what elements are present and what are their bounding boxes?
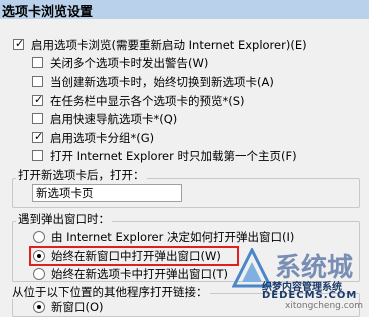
option-label: 打开 Internet Explorer 时只加载第一个主页(F) — [50, 149, 297, 163]
highlight-box — [29, 246, 239, 266]
enable-tabbed-browsing-label: 启用选项卡浏览(需要重新启动 Internet Explorer)(E) — [31, 38, 307, 52]
option-label: 在任务栏中显示各个选项卡的预览*(S) — [50, 94, 245, 108]
watermark-text-2: DEDECMS.COM — [262, 290, 358, 301]
checkbox-box[interactable]: ✓ — [13, 37, 25, 50]
external-option-label: 新窗口(O) — [51, 300, 104, 314]
option-label: 关闭多个选项卡时发出警告(W) — [50, 56, 209, 70]
popup-option-label: 始终在新选项卡中打开弹出窗口(T) — [51, 267, 228, 281]
radio-circle[interactable] — [33, 268, 45, 280]
watermark-text-3: xitongcheng.com — [285, 301, 363, 311]
option-label: 启用选项卡分组*(G) — [50, 131, 155, 145]
checkbox-box[interactable]: ✓ — [32, 130, 44, 143]
radio-circle[interactable] — [33, 231, 45, 243]
title-bar: 选项卡浏览设置 — [0, 0, 369, 20]
external-links-group-title: 从位于以下位置的其他程序打开链接： — [10, 285, 210, 299]
checkbox-box[interactable] — [32, 57, 43, 68]
checkbox-box[interactable]: ✓ — [32, 93, 44, 106]
checkbox-box[interactable] — [32, 150, 43, 161]
radio-circle[interactable] — [33, 301, 45, 313]
window-title: 选项卡浏览设置 — [2, 5, 94, 20]
new-tab-group-title: 打开新选项卡后，打开： — [16, 168, 147, 182]
checkbox-box[interactable] — [32, 113, 43, 124]
checkmark-icon: ✓ — [34, 93, 44, 106]
checkbox-box[interactable] — [32, 76, 43, 87]
checkmark-icon: ✓ — [15, 37, 25, 50]
popup-option-label: 由 Internet Explorer 决定如何打开弹出窗口(I) — [51, 230, 295, 244]
option-label: 启用快速导航选项卡*(Q) — [50, 112, 178, 126]
option-label: 当创建新选项卡时，始终切换到新选项卡(A) — [50, 75, 274, 89]
popup-group-title: 遇到弹出窗口时： — [16, 212, 112, 226]
new-tab-page-select[interactable]: 新选项卡页 — [32, 184, 182, 202]
new-tab-page-value: 新选项卡页 — [36, 186, 94, 200]
checkmark-icon: ✓ — [34, 130, 44, 143]
radio-dot — [37, 305, 41, 309]
